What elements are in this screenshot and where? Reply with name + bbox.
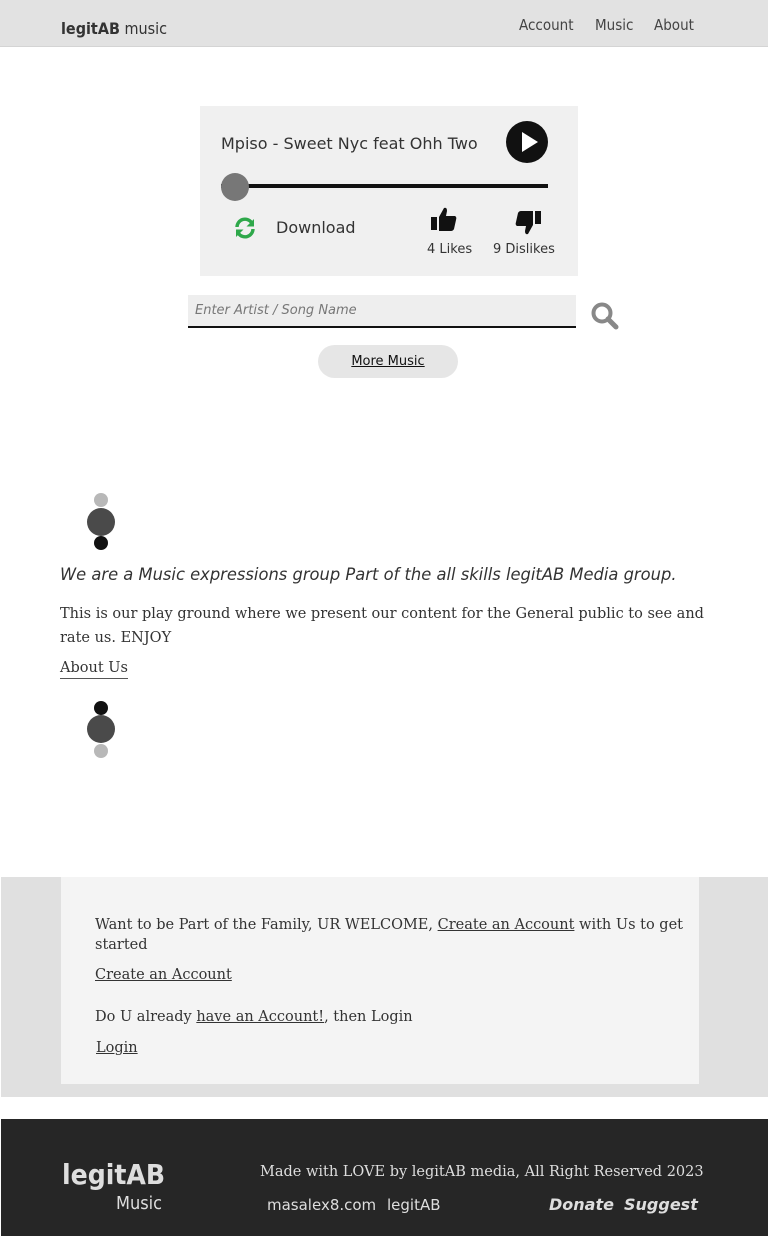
donate-link[interactable]: Donate [549, 1195, 614, 1214]
decorative-dot [87, 508, 115, 536]
dislikes-count: 9 Dislikes [493, 242, 555, 257]
footer-logo-name: legitAB [62, 1158, 166, 1191]
suggest-link[interactable]: Suggest [624, 1195, 698, 1214]
thumbs-up-icon[interactable] [430, 206, 458, 232]
nav-about[interactable]: About [654, 16, 694, 34]
music-player: Mpiso - Sweet Nyc feat Ohh Two Download … [200, 106, 578, 276]
more-music-button[interactable]: More Music [318, 345, 458, 378]
play-icon[interactable] [506, 121, 548, 163]
refresh-icon[interactable] [233, 216, 257, 240]
already-text-start: Do U already [95, 1009, 197, 1025]
nav-music[interactable]: Music [595, 16, 633, 34]
join-text-start: Want to be Part of the Family, UR WELCOM… [95, 917, 438, 933]
top-navbar: legitAB music Account Music About [0, 0, 768, 47]
already-text-end: , then Login [324, 1009, 413, 1025]
join-create-account-inline-link[interactable]: Create an Account [438, 917, 575, 933]
join-text: Want to be Part of the Family, UR WELCOM… [95, 915, 685, 955]
brand-logo[interactable]: legitAB music [61, 19, 167, 38]
download-link[interactable]: Download [276, 218, 356, 237]
login-link[interactable]: Login [96, 1040, 138, 1056]
about-description: This is our play ground where we present… [60, 606, 704, 646]
footer-link-legitab[interactable]: legitAB [387, 1196, 441, 1214]
search-input[interactable] [188, 295, 576, 328]
about-us-link[interactable]: About Us [60, 660, 128, 679]
footer-link-masalex8[interactable]: masalex8.com [267, 1196, 376, 1214]
decorative-dot [94, 701, 108, 715]
progress-track[interactable] [221, 184, 548, 188]
likes-count: 4 Likes [427, 242, 473, 257]
footer-logo-subtitle: Music [116, 1193, 163, 1214]
already-account-text: Do U already have an Account!, then Logi… [95, 1009, 413, 1025]
decorative-dot [87, 715, 115, 743]
thumbs-down-icon[interactable] [514, 210, 542, 236]
have-account-link[interactable]: have an Account! [196, 1009, 324, 1025]
search-icon[interactable] [590, 301, 620, 331]
create-account-link[interactable]: Create an Account [95, 967, 232, 983]
nav-account[interactable]: Account [519, 16, 574, 34]
decorative-dot [94, 536, 108, 550]
brand-name-rest: music [119, 19, 168, 38]
progress-handle[interactable] [221, 173, 249, 201]
footer-credit: Made with LOVE by legitAB media, All Rig… [260, 1164, 704, 1180]
song-title: Mpiso - Sweet Nyc feat Ohh Two [221, 134, 478, 153]
about-tagline: We are a Music expressions group Part of… [60, 565, 677, 585]
decorative-dot [94, 744, 108, 758]
decorative-dot [94, 493, 108, 507]
brand-name-bold: legitAB [61, 19, 120, 38]
